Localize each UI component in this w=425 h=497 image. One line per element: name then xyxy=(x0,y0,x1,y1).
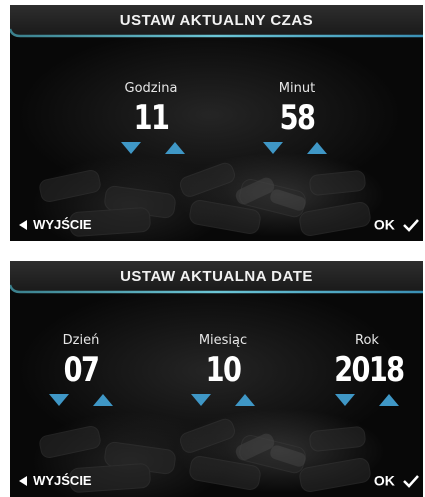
triangle-down-icon xyxy=(335,394,355,406)
minute-field: Minut 58 xyxy=(260,81,334,156)
time-setting-screen: USTAW AKTUALNY CZAS Godzina 11 Minut 58 … xyxy=(10,5,423,241)
minute-increase-button[interactable] xyxy=(306,140,328,156)
ok-button[interactable]: OK xyxy=(373,470,419,489)
page-title: USTAW AKTUALNY CZAS xyxy=(119,12,314,29)
date-setting-screen: USTAW AKTUALNA DATE Dzień 07 Miesiąc 10 … xyxy=(10,261,423,497)
year-decrease-button[interactable] xyxy=(334,392,356,408)
month-value: 10 xyxy=(205,350,242,390)
minute-decrease-button[interactable] xyxy=(262,140,284,156)
page-title: USTAW AKTUALNA DATE xyxy=(120,268,313,285)
triangle-up-icon xyxy=(235,394,255,406)
back-label: WYJŚCIE xyxy=(33,217,92,232)
hour-decrease-button[interactable] xyxy=(120,140,142,156)
triangle-up-icon xyxy=(93,394,113,406)
hour-field: Godzina 11 xyxy=(114,81,188,156)
day-field: Dzień 07 xyxy=(44,333,118,408)
year-increase-button[interactable] xyxy=(378,392,400,408)
ok-label: OK xyxy=(373,472,395,489)
minute-label: Minut xyxy=(278,81,316,96)
triangle-down-icon xyxy=(191,394,211,406)
minute-value: 58 xyxy=(279,98,316,138)
month-decrease-button[interactable] xyxy=(190,392,212,408)
day-decrease-button[interactable] xyxy=(48,392,70,408)
title-bar: USTAW AKTUALNY CZAS xyxy=(10,5,423,39)
triangle-up-icon xyxy=(165,142,185,154)
hour-increase-button[interactable] xyxy=(164,140,186,156)
title-bar: USTAW AKTUALNA DATE xyxy=(10,261,423,295)
ok-label: OK xyxy=(373,216,395,233)
hour-value: 11 xyxy=(133,98,170,138)
year-field: Rok 2018 xyxy=(326,333,408,408)
back-button[interactable]: WYJŚCIE xyxy=(18,470,92,488)
ok-button[interactable]: OK xyxy=(373,214,419,233)
checkmark-icon xyxy=(403,474,419,488)
hour-label: Godzina xyxy=(124,81,178,96)
back-button[interactable]: WYJŚCIE xyxy=(18,214,92,232)
triangle-down-icon xyxy=(263,142,283,154)
triangle-left-icon xyxy=(19,475,27,486)
back-label: WYJŚCIE xyxy=(33,473,92,488)
triangle-up-icon xyxy=(379,394,399,406)
month-label: Miesiąc xyxy=(198,333,248,348)
triangle-down-icon xyxy=(121,142,141,154)
day-value: 07 xyxy=(63,350,100,390)
month-field: Miesiąc 10 xyxy=(186,333,260,408)
month-increase-button[interactable] xyxy=(234,392,256,408)
year-label: Rok xyxy=(355,333,379,348)
triangle-up-icon xyxy=(307,142,327,154)
day-label: Dzień xyxy=(62,333,100,348)
triangle-left-icon xyxy=(19,219,27,230)
checkmark-icon xyxy=(403,218,419,232)
triangle-down-icon xyxy=(49,394,69,406)
year-value: 2018 xyxy=(334,350,405,390)
day-increase-button[interactable] xyxy=(92,392,114,408)
